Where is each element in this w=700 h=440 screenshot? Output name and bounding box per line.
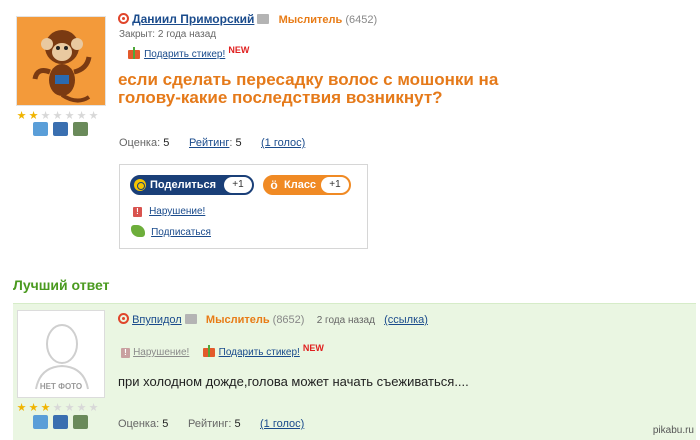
star-icon: ★ [64, 402, 75, 414]
question-author-stars: ★ ★ ★ ★ ★ ★ ★ [16, 111, 99, 122]
mailru-icon [134, 179, 146, 191]
gift-sticker-link[interactable]: Подарить стикер! [144, 49, 225, 60]
star-icon: ★ [64, 110, 75, 122]
class-count: +1 [321, 177, 349, 193]
share-button[interactable]: Поделиться +1 [130, 175, 254, 195]
rating-label: Рейтинг: [188, 418, 232, 430]
report-row: ! Нарушение! [133, 205, 205, 217]
star-icon: ★ [28, 110, 39, 122]
question-author-line: Даниил Приморский Мыслитель (6452) [118, 12, 377, 26]
star-icon: ★ [76, 402, 87, 414]
question-author-rank: Мыслитель [278, 14, 343, 26]
question-author-avatar[interactable] [16, 16, 106, 106]
answer-text: при холодном дожде,голова может начать с… [118, 374, 469, 389]
add-friend-icon[interactable] [33, 122, 48, 136]
video-icon[interactable] [73, 122, 88, 136]
score-value: 5 [162, 418, 169, 430]
no-photo-label: НЕТ ФОТО [39, 382, 83, 391]
class-label: Класс [284, 179, 317, 191]
rating-value: 5 [234, 418, 241, 430]
gift-icon [202, 344, 216, 357]
star-icon: ★ [88, 110, 99, 122]
answer-author-line: Впупидол Мыслитель (8652) 2 года назад (… [118, 313, 428, 326]
gift-icon [127, 46, 141, 59]
monkey-avatar-image [17, 17, 105, 105]
question-rating: Рейтинг: 5 [189, 137, 242, 149]
add-friend-icon[interactable] [33, 415, 48, 429]
star-icon: ★ [52, 402, 63, 414]
star-icon: ★ [16, 402, 27, 414]
question-author-name[interactable]: Даниил Приморский [132, 12, 254, 26]
star-icon: ★ [76, 110, 87, 122]
mail-at-icon [118, 13, 129, 24]
new-badge: NEW [228, 45, 250, 55]
message-icon[interactable] [257, 14, 270, 24]
star-icon: ★ [88, 402, 99, 414]
photo-icon[interactable] [53, 415, 68, 429]
star-icon: ★ [16, 110, 27, 122]
rating-value: 5 [235, 137, 242, 149]
score-label: Оценка: [119, 137, 161, 149]
answer-report-link[interactable]: Нарушение! [133, 347, 189, 358]
subscribe-icon [131, 225, 145, 237]
answer-stats: Оценка: 5 [118, 418, 168, 430]
score-value: 5 [163, 137, 170, 149]
share-box: Поделиться +1 ӧ Класс +1 ! Нарушение! По… [119, 164, 368, 249]
answer-time: 2 года назад [316, 315, 375, 326]
question-author-tools [33, 122, 88, 136]
answer-author-name[interactable]: Впупидол [132, 314, 182, 326]
question-closed-status: Закрыт: 2 года назад [119, 29, 217, 40]
subscribe-row: Подписаться [131, 225, 211, 238]
answer-votes-link[interactable]: (1 голос) [260, 418, 304, 430]
votes-link[interactable]: (1 голос) [261, 137, 305, 149]
answer-author-stars: ★ ★ ★ ★ ★ ★ ★ [16, 403, 99, 414]
odnoklassniki-icon: ӧ [270, 178, 278, 192]
report-link[interactable]: Нарушение! [149, 206, 205, 217]
answer-author-points: (8652) [272, 314, 305, 326]
mail-at-icon [118, 313, 129, 324]
star-icon: ★ [40, 110, 51, 122]
answer-permalink[interactable]: (ссылка) [384, 314, 428, 326]
star-icon: ★ [52, 110, 63, 122]
star-icon: ★ [40, 402, 51, 414]
answer-author-tools [33, 415, 88, 429]
share-label: Поделиться [150, 179, 217, 191]
class-button[interactable]: ӧ Класс +1 [263, 175, 351, 195]
watermark: pikabu.ru [652, 425, 694, 436]
warning-icon: ! [133, 207, 142, 217]
votes-wrap: (1 голос) [261, 137, 305, 149]
photo-icon[interactable] [53, 122, 68, 136]
question-stats: Оценка: 5 [119, 137, 169, 149]
answer-rating: Рейтинг: 5 [188, 418, 241, 430]
subscribe-link[interactable]: Подписаться [151, 227, 211, 238]
answer-author-rank: Мыслитель [205, 314, 270, 326]
warning-icon: ! [121, 348, 130, 358]
answer-author-avatar[interactable]: НЕТ ФОТО [17, 310, 105, 398]
best-answer-heading: Лучший ответ [13, 277, 110, 293]
rating-link[interactable]: Рейтинг [189, 137, 229, 149]
answer-actions-row: ! Нарушение! Подарить стикер! NEW [121, 343, 324, 358]
star-icon: ★ [28, 402, 39, 414]
share-count: +1 [224, 177, 252, 193]
answer-gift-link[interactable]: Подарить стикер! [219, 347, 300, 358]
video-icon[interactable] [73, 415, 88, 429]
message-icon[interactable] [184, 314, 197, 324]
answer-votes-wrap: (1 голос) [260, 418, 304, 430]
new-badge: NEW [302, 343, 324, 353]
question-title: если сделать пересадку волос с мошонки н… [118, 70, 499, 107]
score-label: Оценка: [118, 418, 160, 430]
question-gift-row: Подарить стикер! NEW [127, 45, 249, 60]
question-author-points: (6452) [345, 14, 378, 26]
